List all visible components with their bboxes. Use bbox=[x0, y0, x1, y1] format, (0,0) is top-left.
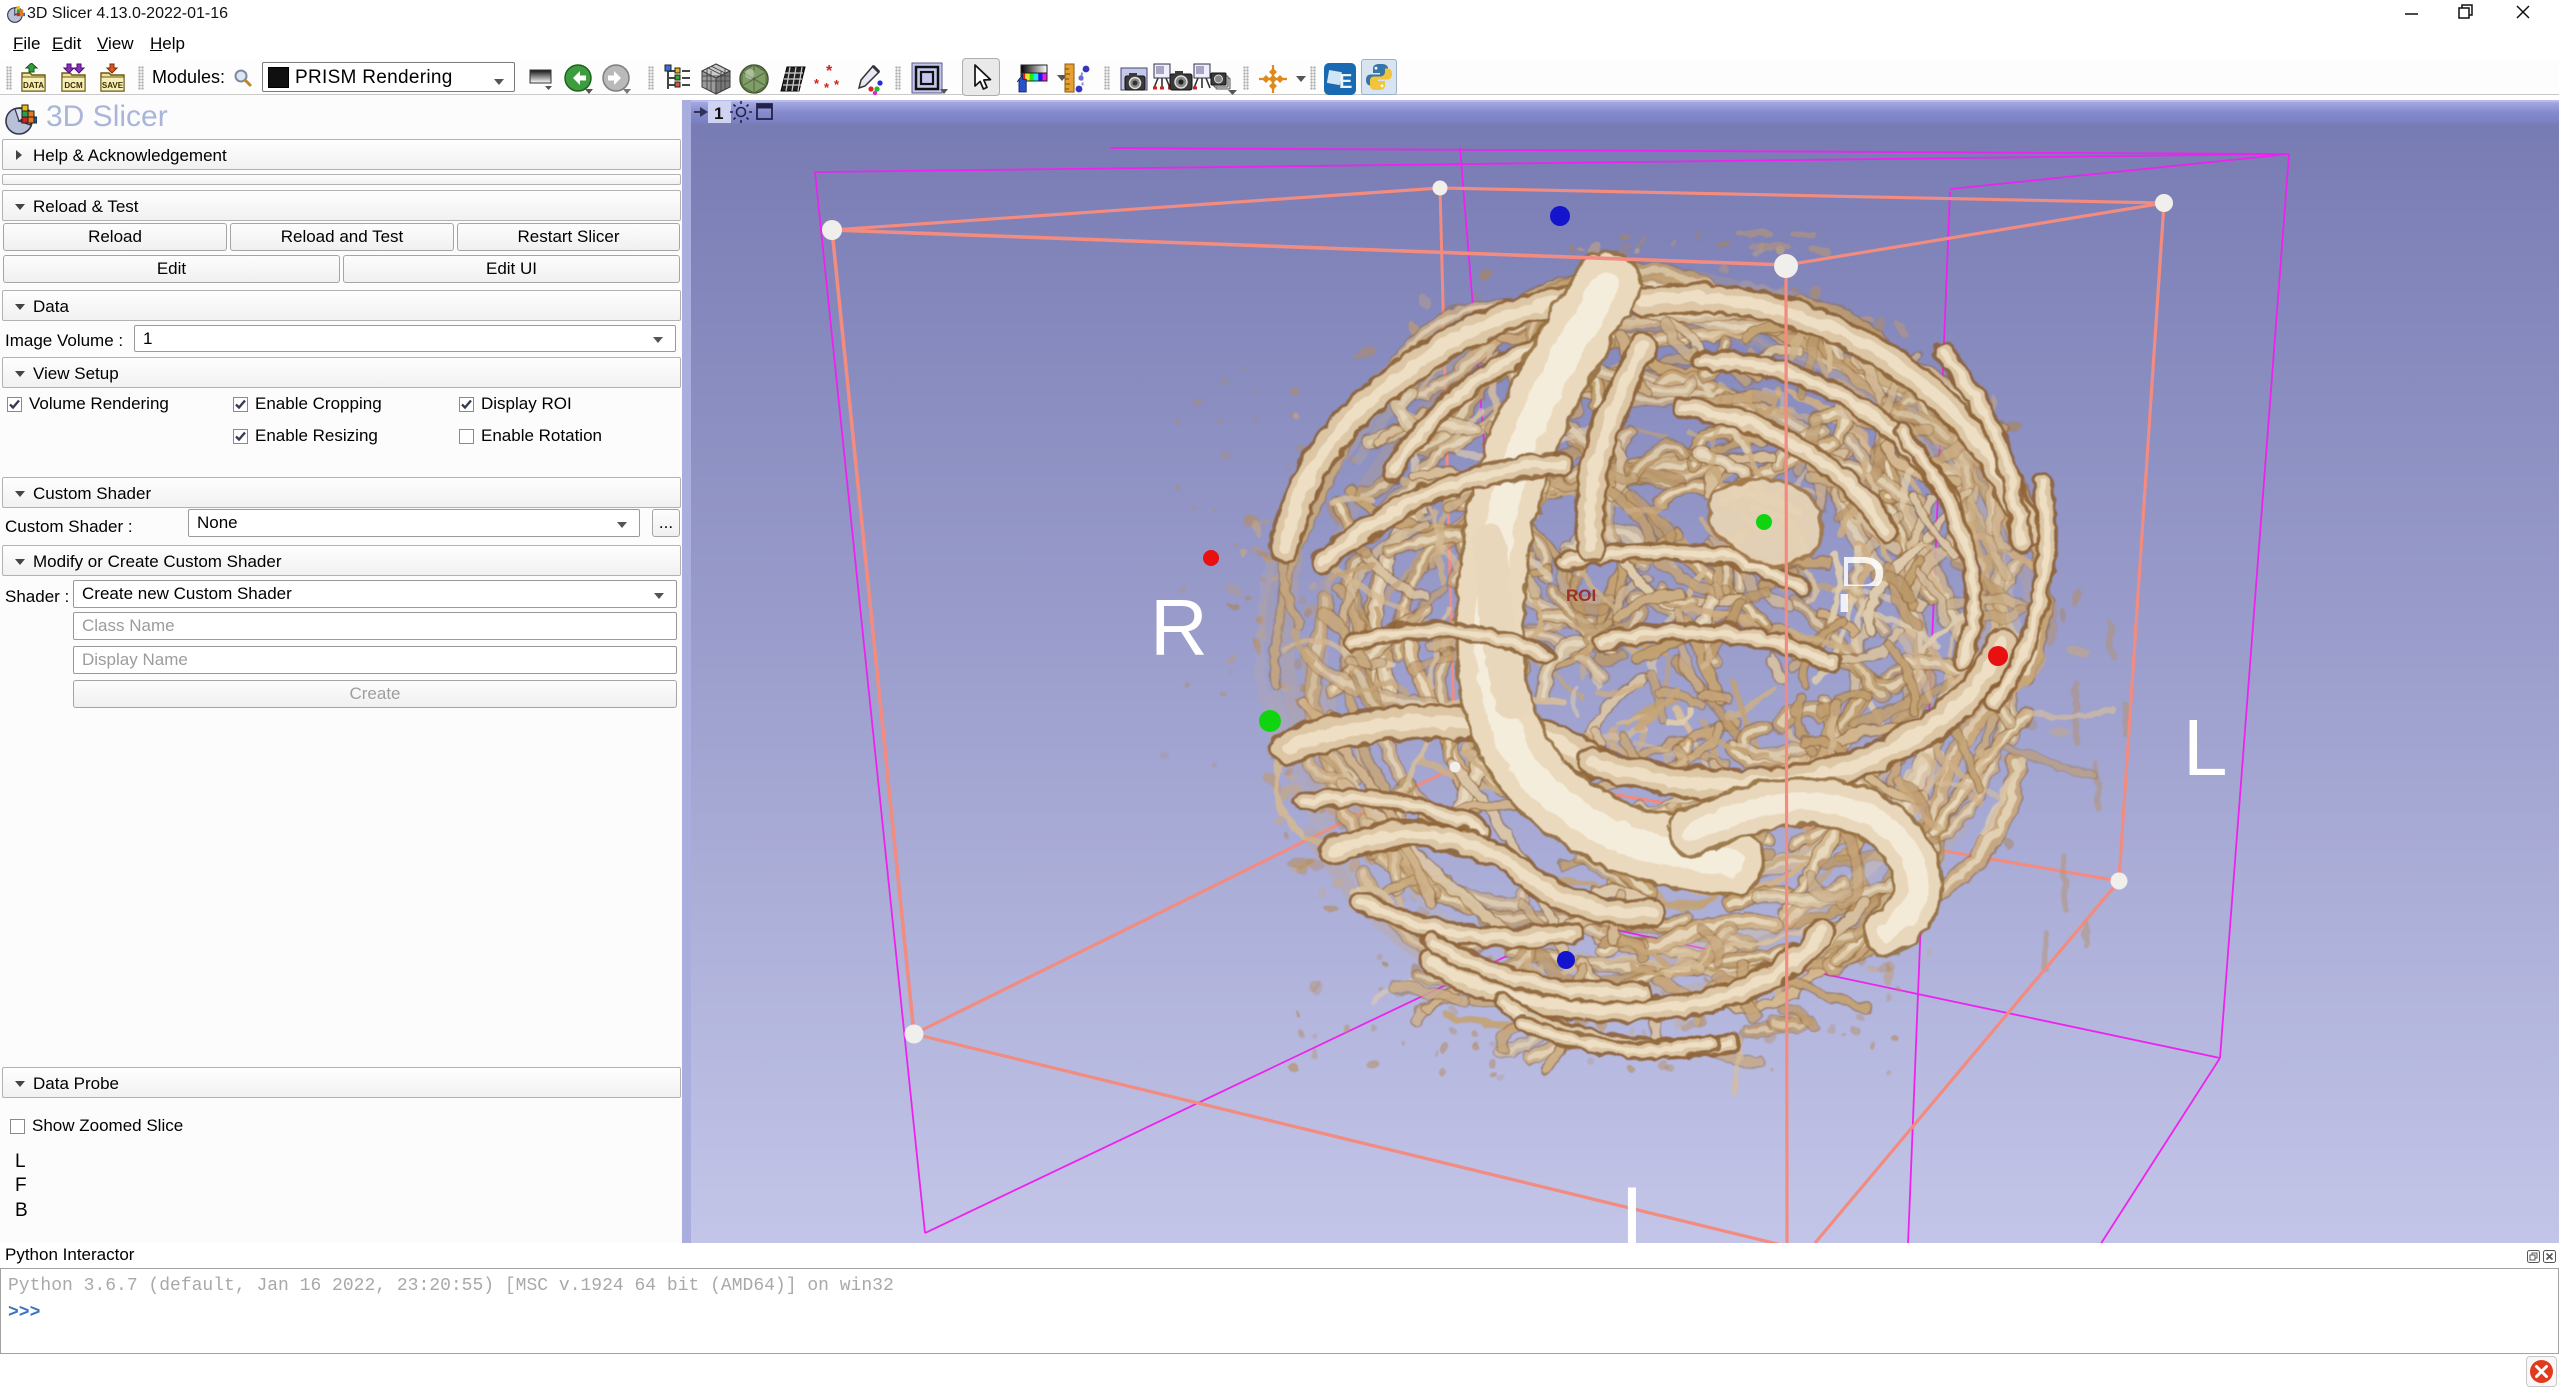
svg-text:*: * bbox=[826, 63, 833, 80]
svg-text:L: L bbox=[2183, 703, 2228, 792]
svg-text:E: E bbox=[1339, 71, 1352, 93]
svg-text:*: * bbox=[814, 76, 820, 91]
svg-text:R: R bbox=[1150, 583, 1208, 672]
svg-text:1: 1 bbox=[714, 104, 723, 123]
svg-text:I: I bbox=[1620, 1170, 1644, 1243]
svg-text:*: * bbox=[834, 77, 840, 92]
svg-text:ROI: ROI bbox=[1566, 586, 1596, 605]
svg-text:*: * bbox=[824, 80, 830, 95]
svg-text:SAVE: SAVE bbox=[102, 81, 124, 90]
svg-text:DATA: DATA bbox=[23, 81, 44, 90]
svg-text:DCM: DCM bbox=[64, 81, 83, 90]
